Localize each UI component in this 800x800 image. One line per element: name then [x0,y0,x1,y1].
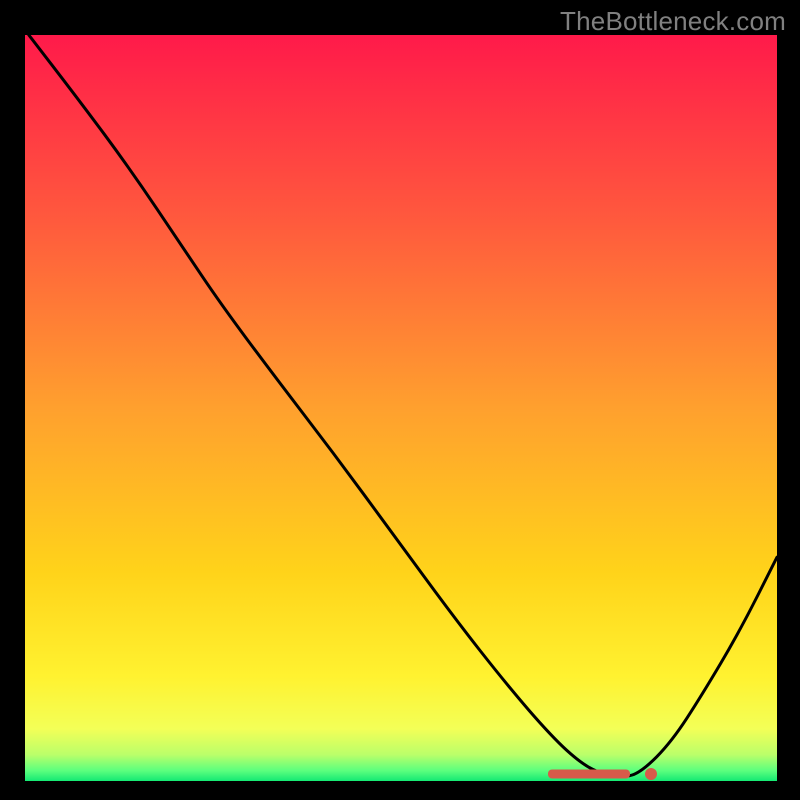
gradient-background [25,35,777,781]
bottleneck-curve [29,35,777,777]
watermark-text: TheBottleneck.com [560,6,786,37]
marker-dash [548,769,631,778]
chart-svg [25,35,777,781]
plot-area [25,35,777,781]
marker-dot [645,768,657,780]
